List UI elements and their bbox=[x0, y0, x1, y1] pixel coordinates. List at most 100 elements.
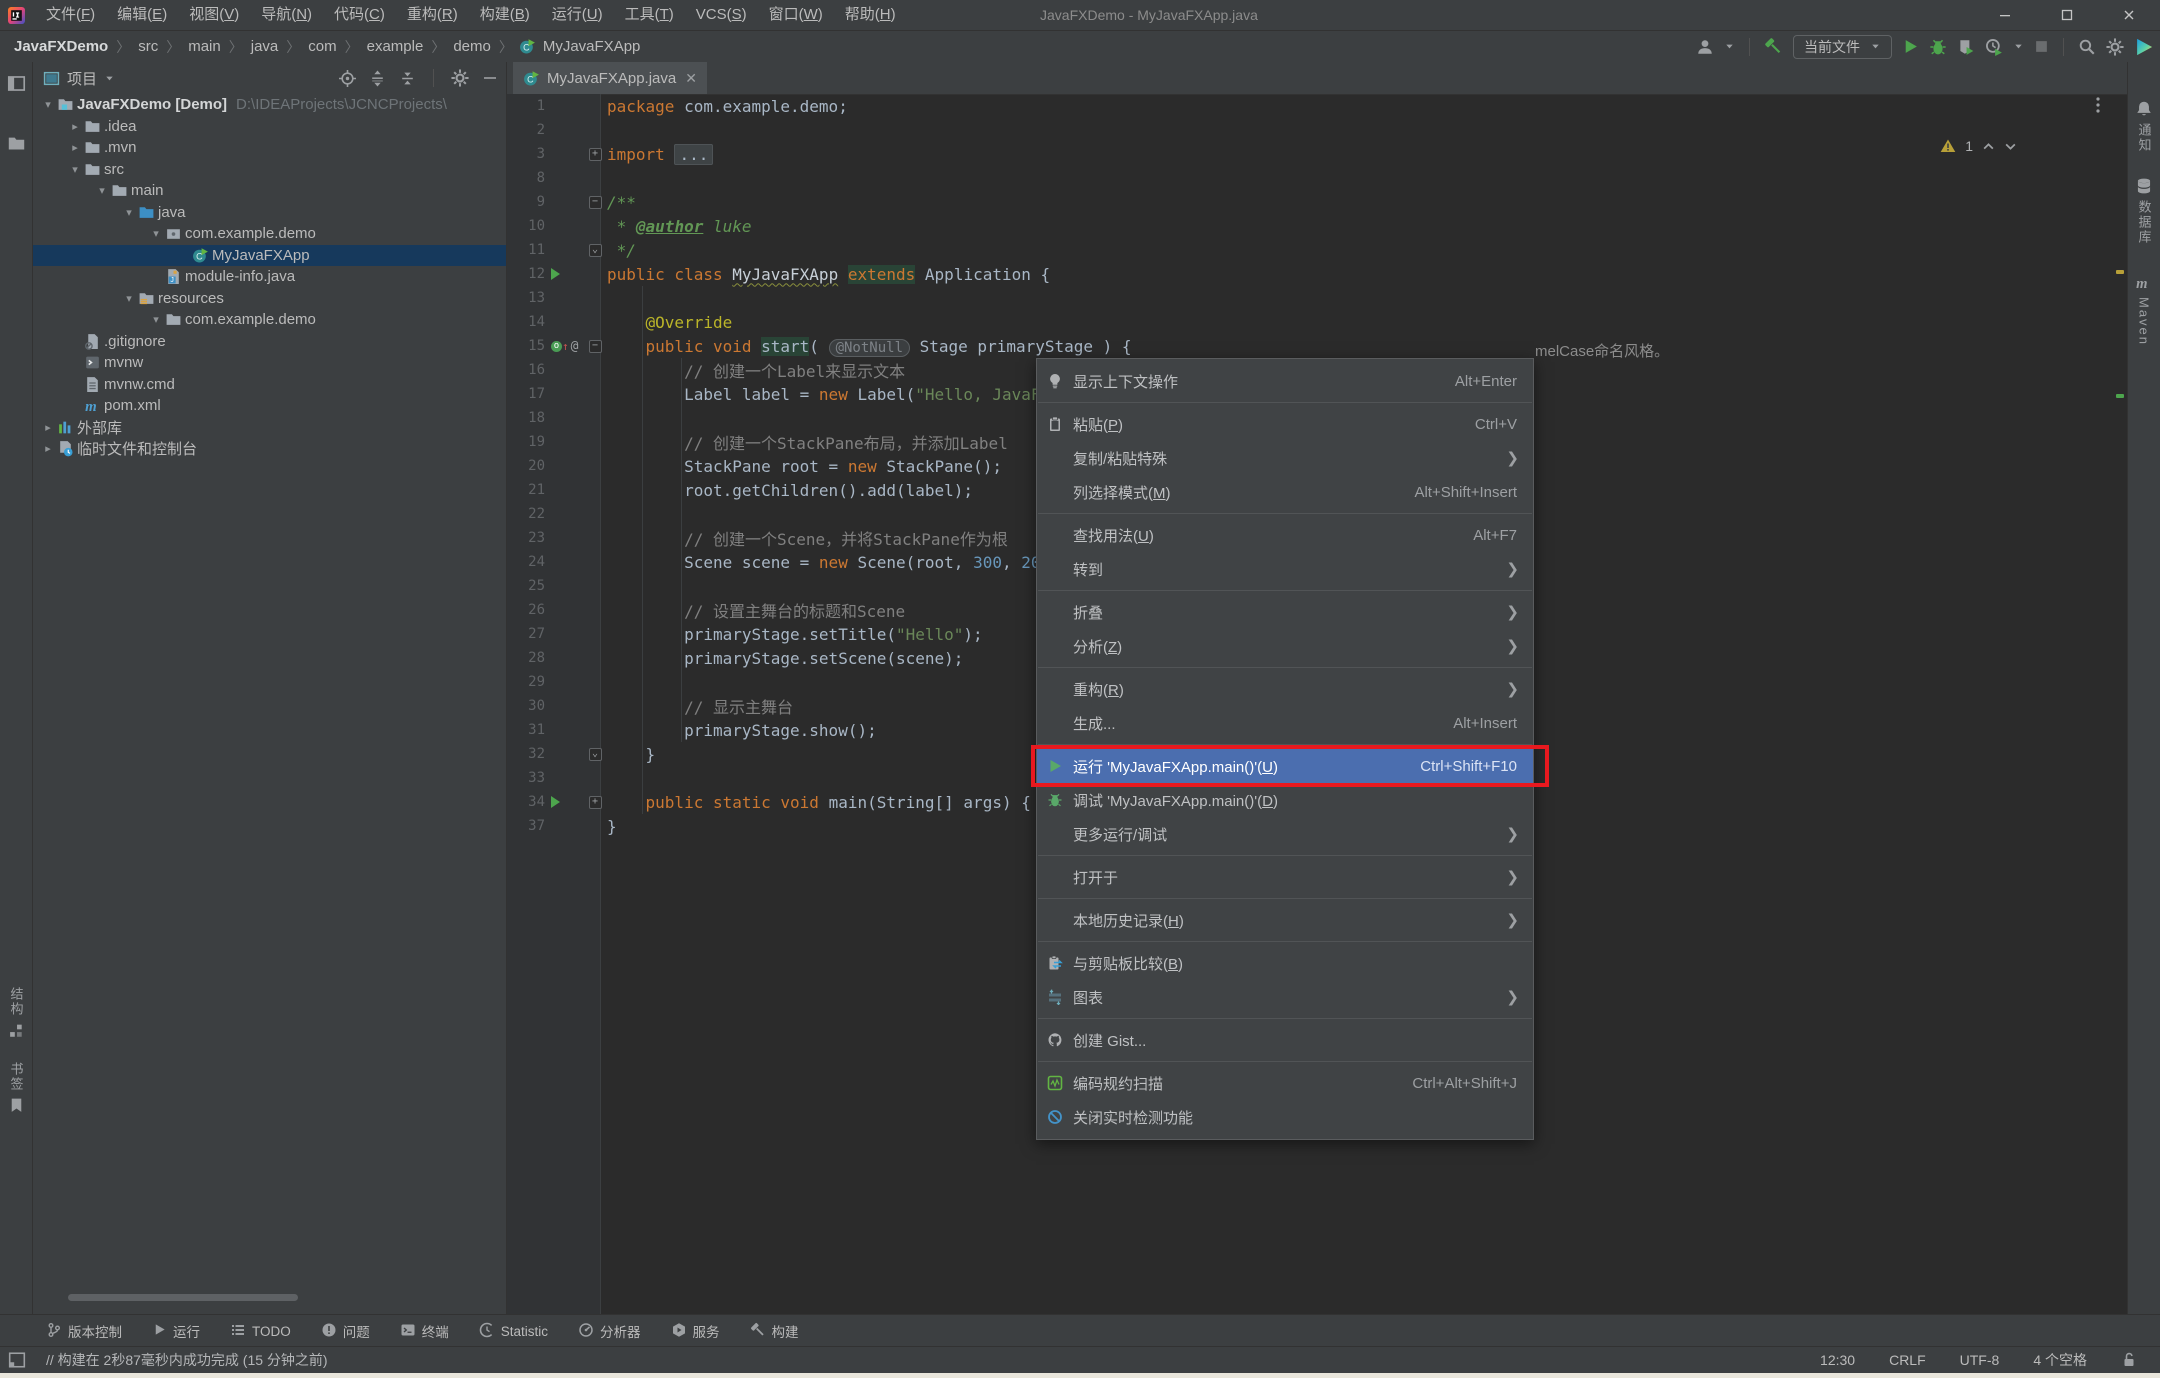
override-gutter-icon[interactable]: o bbox=[551, 341, 562, 352]
code-line[interactable]: 3+import ... bbox=[507, 142, 2127, 166]
menu-item[interactable]: 显示上下文操作Alt+Enter bbox=[1037, 364, 1533, 398]
hide-panel-button[interactable] bbox=[482, 70, 498, 86]
breadcrumb-item[interactable]: MyJavaFXApp bbox=[541, 38, 643, 55]
menubar-item[interactable]: 编辑(E) bbox=[106, 6, 178, 23]
menubar-item[interactable]: 重构(R) bbox=[396, 6, 469, 23]
toolwindow-button[interactable]: 版本控制 bbox=[46, 1321, 122, 1341]
chevron-down-icon[interactable] bbox=[104, 73, 115, 84]
tab-myjavafxapp[interactable]: C MyJavaFXApp.java ✕ bbox=[513, 62, 707, 94]
maximize-button[interactable] bbox=[2036, 0, 2098, 30]
tree-chevron-icon[interactable]: ▾ bbox=[120, 292, 138, 305]
tree-item[interactable]: ▾java bbox=[33, 202, 506, 224]
menu-item[interactable]: 复制/粘贴特殊❯ bbox=[1037, 441, 1533, 475]
menu-item[interactable]: 与剪贴板比较(B) bbox=[1037, 946, 1533, 980]
tree-chevron-icon[interactable]: ▾ bbox=[120, 206, 138, 219]
tree-chevron-icon[interactable]: ▾ bbox=[66, 163, 84, 176]
tree-chevron-icon[interactable]: ▾ bbox=[93, 184, 111, 197]
user-dropdown-chevron-icon[interactable] bbox=[1724, 41, 1735, 52]
tree-chevron-icon[interactable]: ▾ bbox=[147, 313, 165, 326]
line-separator[interactable]: CRLF bbox=[1889, 1352, 1926, 1368]
toolwindow-button[interactable]: 服务 bbox=[671, 1321, 720, 1341]
breadcrumb-item[interactable]: demo bbox=[451, 38, 493, 55]
profiler-button[interactable] bbox=[1985, 38, 2003, 56]
tree-item[interactable]: ▾com.example.demo bbox=[33, 223, 506, 245]
menubar-item[interactable]: 导航(N) bbox=[250, 6, 323, 23]
menu-item[interactable]: 图表❯ bbox=[1037, 980, 1533, 1014]
menu-item[interactable]: 关闭实时检测功能 bbox=[1037, 1100, 1533, 1134]
menu-item[interactable]: 打开于❯ bbox=[1037, 860, 1533, 894]
user-icon[interactable] bbox=[1696, 38, 1714, 56]
tab-close-icon[interactable]: ✕ bbox=[683, 70, 697, 87]
fold-marker-icon[interactable]: ⌄ bbox=[589, 748, 602, 761]
breadcrumb-item[interactable]: com bbox=[306, 38, 338, 55]
menu-item[interactable]: 本地历史记录(H)❯ bbox=[1037, 903, 1533, 937]
search-everywhere-button[interactable] bbox=[2078, 38, 2096, 56]
tree-item[interactable]: ▸.mvn bbox=[33, 137, 506, 159]
code-line[interactable]: 15o↑@− public void start( @NotNull Stage… bbox=[507, 334, 2127, 358]
breadcrumb-item[interactable]: example bbox=[365, 38, 426, 55]
toolwindow-button[interactable]: 终端 bbox=[400, 1321, 449, 1341]
menu-item[interactable]: 运行 'MyJavaFXApp.main()'(U)Ctrl+Shift+F10 bbox=[1037, 749, 1533, 783]
fold-marker-icon[interactable]: − bbox=[589, 340, 602, 353]
menubar-item[interactable]: 文件(F) bbox=[35, 6, 106, 23]
tree-item[interactable]: mvnw bbox=[33, 352, 506, 374]
caret-position[interactable]: 12:30 bbox=[1820, 1352, 1855, 1368]
tree-item[interactable]: ▾main bbox=[33, 180, 506, 202]
tree-item[interactable]: mpom.xml bbox=[33, 395, 506, 417]
code-line[interactable]: 9−/** bbox=[507, 190, 2127, 214]
indent-setting[interactable]: 4 个空格 bbox=[2033, 1350, 2087, 1370]
tree-item[interactable]: .gitignore bbox=[33, 331, 506, 353]
select-opened-file-button[interactable] bbox=[339, 70, 356, 87]
menu-item[interactable]: 查找用法(U)Alt+F7 bbox=[1037, 518, 1533, 552]
expand-all-button[interactable] bbox=[369, 70, 386, 87]
bookmarks-tool-button[interactable]: 书签 bbox=[0, 1062, 32, 1114]
menu-item[interactable]: 转到❯ bbox=[1037, 552, 1533, 586]
breadcrumb-item[interactable]: main bbox=[186, 38, 223, 55]
code-line[interactable]: 14 @Override bbox=[507, 310, 2127, 334]
toolwindow-button[interactable]: 运行 bbox=[152, 1321, 200, 1341]
toolwindow-button[interactable]: Statistic bbox=[479, 1322, 548, 1341]
code-line[interactable]: 2 bbox=[507, 118, 2127, 142]
build-button[interactable] bbox=[1764, 37, 1783, 56]
collapse-all-button[interactable] bbox=[399, 70, 416, 87]
menubar-item[interactable]: 窗口(W) bbox=[758, 6, 834, 23]
toolwindow-button[interactable]: TODO bbox=[230, 1322, 291, 1341]
minimize-button[interactable] bbox=[1974, 0, 2036, 30]
run-config-select[interactable]: 当前文件 bbox=[1793, 35, 1892, 59]
tree-chevron-icon[interactable]: ▸ bbox=[66, 120, 84, 133]
tree-item[interactable]: ▾com.example.demo bbox=[33, 309, 506, 331]
menu-item[interactable]: 调试 'MyJavaFXApp.main()'(D) bbox=[1037, 783, 1533, 817]
fold-marker-icon[interactable]: ⌄ bbox=[589, 244, 602, 257]
file-encoding[interactable]: UTF-8 bbox=[1960, 1352, 2000, 1368]
menu-item[interactable]: 分析(Z)❯ bbox=[1037, 629, 1533, 663]
toolwindow-button[interactable]: 分析器 bbox=[578, 1321, 641, 1341]
code-line[interactable]: 12public class MyJavaFXApp extends Appli… bbox=[507, 262, 2127, 286]
project-scrollbar[interactable] bbox=[68, 1294, 298, 1301]
debug-button[interactable] bbox=[1929, 38, 1947, 56]
menubar-item[interactable]: 帮助(H) bbox=[834, 6, 907, 23]
code-line[interactable]: 11⌄ */ bbox=[507, 238, 2127, 262]
tree-item[interactable]: ▸外部库 bbox=[33, 417, 506, 439]
menubar-item[interactable]: VCS(S) bbox=[685, 6, 758, 23]
fold-marker-icon[interactable]: − bbox=[589, 196, 602, 209]
maven-tool-button[interactable]: m Maven bbox=[2128, 274, 2160, 346]
code-line[interactable]: 1package com.example.demo; bbox=[507, 94, 2127, 118]
breadcrumb-item[interactable]: src bbox=[136, 38, 160, 55]
tree-chevron-icon[interactable]: ▸ bbox=[39, 442, 57, 455]
ide-features-icon[interactable] bbox=[2134, 37, 2154, 57]
fold-marker-icon[interactable]: + bbox=[589, 148, 602, 161]
tree-item[interactable]: mvnw.cmd bbox=[33, 374, 506, 396]
tree-item[interactable]: ▸.idea bbox=[33, 116, 506, 138]
toolwindow-button[interactable]: 问题 bbox=[321, 1321, 370, 1341]
notifications-tool-button[interactable]: 通知 bbox=[2128, 100, 2160, 153]
next-problem-icon[interactable] bbox=[2004, 140, 2017, 153]
menubar-item[interactable]: 视图(V) bbox=[178, 6, 250, 23]
run-gutter-icon[interactable] bbox=[551, 268, 560, 280]
tree-item[interactable]: Jmodule-info.java bbox=[33, 266, 506, 288]
menubar-item[interactable]: 工具(T) bbox=[614, 6, 685, 23]
tree-item[interactable]: CMyJavaFXApp bbox=[33, 245, 506, 267]
structure-tool-button[interactable]: 结构 bbox=[0, 987, 32, 1039]
menu-item[interactable]: 生成...Alt+Insert bbox=[1037, 706, 1533, 740]
menubar-item[interactable]: 运行(U) bbox=[541, 6, 614, 23]
toolwindow-button[interactable]: 构建 bbox=[750, 1321, 799, 1341]
